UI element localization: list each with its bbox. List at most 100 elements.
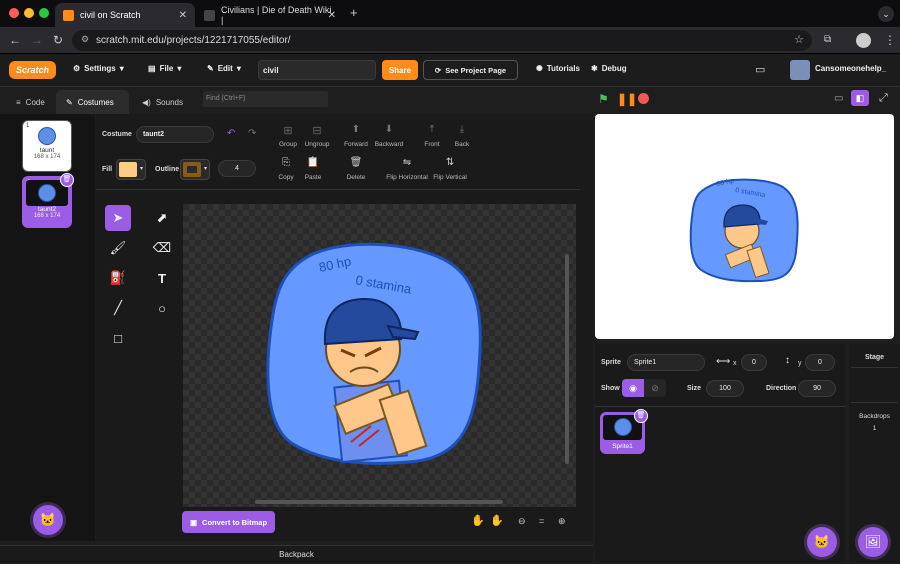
canvas-horizontal-scrollbar[interactable] <box>255 500 503 504</box>
back-arrow-icon[interactable]: ← <box>9 33 21 47</box>
costume-thumbnail[interactable]: 1 taunt 168 x 174 <box>22 120 72 172</box>
show-hidden-eye-icon[interactable]: ⊘ <box>644 379 666 397</box>
undo-icon[interactable]: ↶ <box>227 128 235 139</box>
normal-stage-icon[interactable]: ◧ <box>851 90 869 106</box>
front-button[interactable]: ⤒ Front <box>417 124 447 152</box>
show-visible-eye-icon[interactable]: ◉ <box>622 379 644 397</box>
chevron-down-icon: ▾ <box>139 166 143 172</box>
delete-sprite-icon[interactable]: 🗑 <box>634 409 648 423</box>
close-tab-icon[interactable]: ✕ <box>328 10 336 21</box>
flip-vertical-button[interactable]: ⇅ Flip Vertical <box>432 157 468 185</box>
group-button[interactable]: ⊞ Group <box>273 124 303 152</box>
maximize-window-button[interactable] <box>39 8 49 18</box>
bookmark-star-icon[interactable]: ☆ <box>794 33 804 46</box>
pan-hand-icon[interactable]: ✋ <box>471 514 485 527</box>
paint-canvas[interactable]: 80 hp 0 stamina <box>183 204 576 507</box>
scratch-logo[interactable]: Scratch <box>9 61 56 79</box>
y-input[interactable]: 0 <box>805 354 835 371</box>
outline-width-input[interactable]: 4 <box>218 160 256 177</box>
reload-icon[interactable]: ↻ <box>53 33 63 47</box>
fill-color-picker[interactable]: ▾ <box>116 159 146 180</box>
sprite-name-input[interactable]: Sprite1 <box>627 354 705 371</box>
see-project-page-button[interactable]: ⟳ See Project Page <box>423 60 518 80</box>
project-title-input[interactable]: civil <box>258 60 376 80</box>
choose-backdrop-button[interactable]: 🖼 <box>858 527 888 557</box>
extensions-icon[interactable]: ⧉ <box>824 34 831 45</box>
tutorials-label: Tutorials <box>546 64 580 73</box>
toolbar-divider <box>96 189 580 190</box>
text-tool[interactable]: T <box>149 265 175 291</box>
costume-thumbnail-selected[interactable]: 2 taunt2 168 x 174 🗑 <box>22 173 74 228</box>
zoom-reset-icon[interactable]: = <box>539 516 544 526</box>
file-menu[interactable]: ▤ File ▾ <box>148 64 181 73</box>
choose-costume-button[interactable]: 🐱 <box>33 505 63 535</box>
direction-input[interactable]: 90 <box>798 380 836 397</box>
paste-button[interactable]: 📋 Paste <box>300 157 326 185</box>
tab-search-chevron-icon[interactable]: ⌄ <box>878 6 894 22</box>
green-flag-icon[interactable]: ⚑ <box>598 92 609 106</box>
edit-menu[interactable]: ✎ Edit ▾ <box>207 64 241 73</box>
convert-to-bitmap-button[interactable]: ▣ Convert to Bitmap <box>182 511 275 533</box>
small-stage-icon[interactable]: ▭ <box>834 93 843 104</box>
costume-name-input[interactable]: taunt2 <box>136 126 214 143</box>
tab-sounds[interactable]: ◀) Sounds <box>132 90 193 114</box>
flip-horizontal-button[interactable]: ⇋ Flip Horizontal <box>385 157 429 185</box>
copy-label: Copy <box>278 174 294 181</box>
eraser-tool[interactable]: ⌫ <box>149 235 175 261</box>
site-info-icon[interactable]: ⚙ <box>81 34 89 45</box>
new-tab-button[interactable]: + <box>350 5 358 20</box>
browser-tab[interactable]: Civilians | Die of Death Wiki | ✕ <box>196 3 344 27</box>
line-tool[interactable]: ╱ <box>105 295 131 321</box>
fill-tool[interactable]: ⛽ <box>105 265 131 291</box>
browser-menu-icon[interactable]: ⋮ <box>884 33 896 47</box>
x-input[interactable]: 0 <box>741 354 767 371</box>
canvas-vertical-scrollbar[interactable] <box>565 254 569 464</box>
stop-icon[interactable] <box>638 93 649 104</box>
close-tab-icon[interactable]: ✕ <box>179 10 187 21</box>
sprite-tile-selected[interactable]: Sprite1 🗑 <box>600 409 648 454</box>
zoom-out-icon[interactable]: ⊖ <box>518 516 526 527</box>
stage-target-pane[interactable]: Stage Backdrops 1 🖼 <box>849 344 900 563</box>
share-button[interactable]: Share <box>382 60 418 80</box>
backpack-bar[interactable]: Backpack <box>0 545 593 563</box>
chevron-down-icon: ▾ <box>236 64 241 73</box>
stage-canvas[interactable]: 80 hp 0 stamina <box>595 114 894 339</box>
folder-icon[interactable]: ▭ <box>755 63 765 76</box>
rectangle-tool[interactable]: □ <box>105 325 131 351</box>
zoom-in-icon[interactable]: ⊕ <box>558 516 566 527</box>
fullscreen-icon[interactable]: ⤢ <box>879 92 888 105</box>
outline-color-picker[interactable]: ▾ <box>180 159 210 180</box>
reshape-tool[interactable]: ⬈ <box>149 205 175 231</box>
redo-icon[interactable]: ↷ <box>248 128 256 139</box>
globe-icon: ⚙ <box>73 64 81 73</box>
forward-arrow-icon[interactable]: → <box>31 33 43 47</box>
stage-title: Stage <box>864 354 885 361</box>
delete-costume-icon[interactable]: 🗑 <box>60 173 74 187</box>
delete-button[interactable]: 🗑 Delete <box>342 157 370 185</box>
forward-button[interactable]: ⬆ Forward <box>341 124 371 152</box>
copy-button[interactable]: ⎘ Copy <box>273 157 299 185</box>
size-input[interactable]: 100 <box>706 380 744 397</box>
account-menu[interactable]: Cansomeonehelp_ <box>815 64 886 73</box>
backward-button[interactable]: ⬇ Backward <box>374 124 404 152</box>
tutorials-button[interactable]: ✺ Tutorials <box>536 64 580 73</box>
costume-artwork: 80 hp 0 stamina <box>266 242 482 465</box>
debug-button[interactable]: ✱ Debug <box>591 64 627 73</box>
brush-tool[interactable]: 🖌 <box>105 235 131 261</box>
minimize-window-button[interactable] <box>24 8 34 18</box>
user-avatar[interactable] <box>790 60 810 80</box>
ungroup-button[interactable]: ⊟ Ungroup <box>302 124 332 152</box>
browser-tab-active[interactable]: civil on Scratch ✕ <box>55 3 195 27</box>
back-button[interactable]: ⤓ Back <box>447 124 477 152</box>
select-tool[interactable]: ➤ <box>105 205 131 231</box>
circle-tool[interactable]: ○ <box>149 295 175 321</box>
pause-icon[interactable]: ❚❚ <box>617 92 637 106</box>
url-bar[interactable]: ⚙ scratch.mit.edu/projects/1221717055/ed… <box>72 30 812 51</box>
tab-costumes[interactable]: ✎ Costumes <box>56 90 129 114</box>
find-input[interactable]: Find (Ctrl+F) <box>203 91 328 107</box>
settings-menu[interactable]: ⚙ Settings ▾ <box>73 64 124 73</box>
tab-code[interactable]: ≡ Code <box>6 90 55 114</box>
choose-sprite-button[interactable]: 🐱 <box>807 527 837 557</box>
close-window-button[interactable] <box>9 8 19 18</box>
profile-avatar-icon[interactable] <box>856 33 871 48</box>
